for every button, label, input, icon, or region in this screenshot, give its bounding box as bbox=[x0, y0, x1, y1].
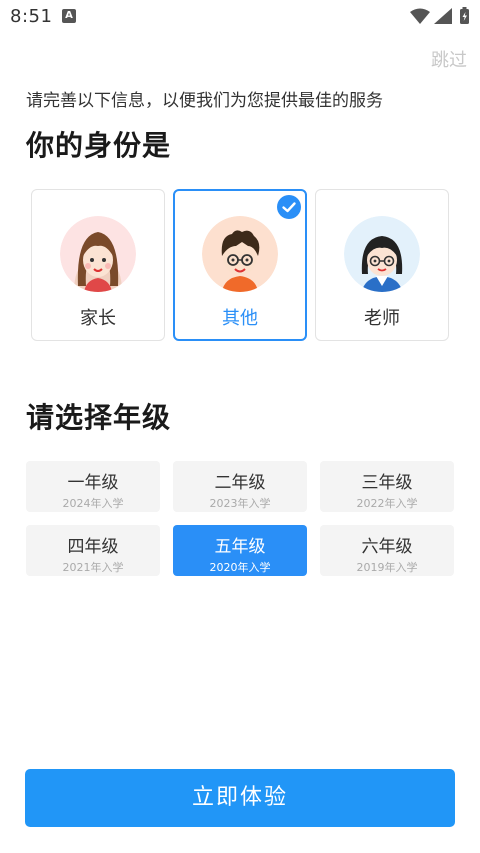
status-icons bbox=[410, 7, 469, 24]
role-label-parent: 家长 bbox=[80, 308, 116, 329]
grade-year: 2024年入学 bbox=[62, 497, 124, 510]
other-avatar-icon bbox=[202, 216, 278, 292]
grade-name: 三年级 bbox=[361, 473, 413, 493]
start-experience-button[interactable]: 立即体验 bbox=[25, 769, 455, 827]
grade-name: 五年级 bbox=[214, 537, 266, 557]
grade-year: 2023年入学 bbox=[209, 497, 271, 510]
notification-a-icon: A bbox=[62, 9, 76, 23]
parent-avatar-icon bbox=[60, 216, 136, 292]
grade-year: 2022年入学 bbox=[356, 497, 418, 510]
grade-option-4[interactable]: 四年级 2021年入学 bbox=[26, 525, 160, 576]
grade-name: 二年级 bbox=[214, 473, 266, 493]
grade-option-2[interactable]: 二年级 2023年入学 bbox=[173, 461, 307, 512]
battery-charging-icon bbox=[460, 7, 469, 24]
role-label-other: 其他 bbox=[222, 308, 258, 329]
wifi-icon bbox=[410, 8, 430, 24]
subtitle: 请完善以下信息，以便我们为您提供最佳的服务 bbox=[26, 91, 383, 111]
teacher-avatar-icon bbox=[344, 216, 420, 292]
grade-year: 2019年入学 bbox=[356, 561, 418, 574]
grade-option-3[interactable]: 三年级 2022年入学 bbox=[320, 461, 454, 512]
grade-name: 一年级 bbox=[67, 473, 119, 493]
grade-option-6[interactable]: 六年级 2019年入学 bbox=[320, 525, 454, 576]
grade-year: 2021年入学 bbox=[62, 561, 124, 574]
grade-option-1[interactable]: 一年级 2024年入学 bbox=[26, 461, 160, 512]
signal-icon bbox=[434, 8, 452, 24]
selected-check-icon bbox=[277, 195, 301, 219]
role-card-other[interactable]: 其他 bbox=[173, 189, 307, 341]
role-card-parent[interactable]: 家长 bbox=[31, 189, 165, 341]
status-time: 8:51 bbox=[10, 6, 53, 27]
grade-name: 六年级 bbox=[361, 537, 413, 557]
role-label-teacher: 老师 bbox=[364, 308, 400, 329]
role-card-teacher[interactable]: 老师 bbox=[315, 189, 449, 341]
grade-heading: 请选择年级 bbox=[26, 401, 172, 434]
identity-heading: 你的身份是 bbox=[26, 129, 172, 162]
grade-option-5[interactable]: 五年级 2020年入学 bbox=[173, 525, 307, 576]
skip-button[interactable]: 跳过 bbox=[431, 46, 467, 72]
grade-name: 四年级 bbox=[67, 537, 119, 557]
status-bar: 8:51 A bbox=[0, 0, 480, 34]
grade-year: 2020年入学 bbox=[209, 561, 271, 574]
